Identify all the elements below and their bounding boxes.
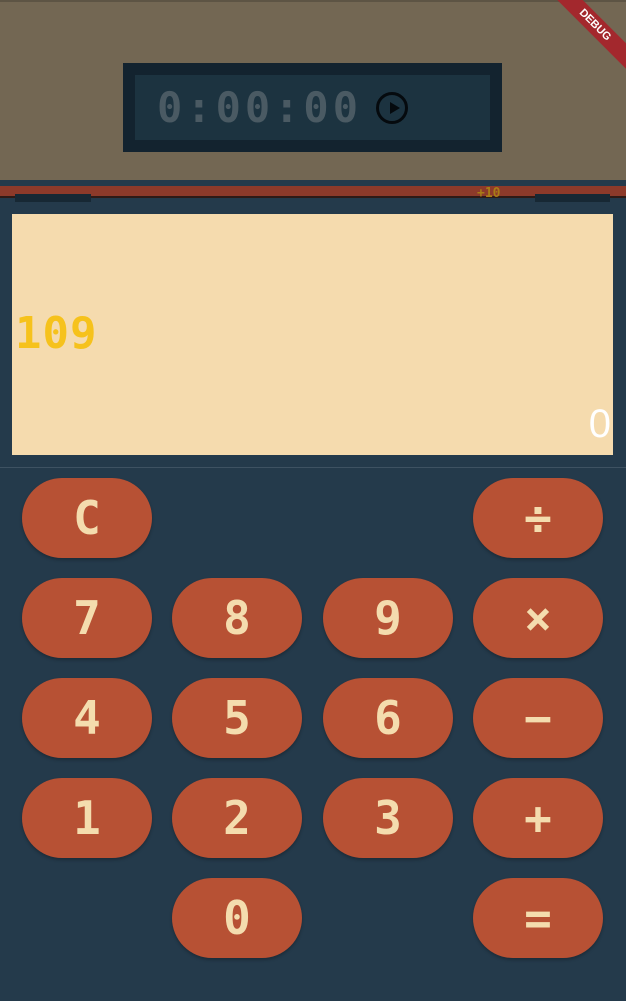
minus-label: − <box>524 691 552 745</box>
key-3-label: 3 <box>374 791 402 845</box>
clear-button[interactable]: C <box>22 478 152 558</box>
divide-button[interactable]: ÷ <box>473 478 603 558</box>
key-0-label: 0 <box>223 891 251 945</box>
status-strip: +10 <box>0 180 626 214</box>
equals-label: = <box>524 891 552 945</box>
key-0-button[interactable]: 0 <box>172 878 302 958</box>
strip-segment-left <box>15 194 91 202</box>
multiply-button[interactable]: × <box>473 578 603 658</box>
timer-panel: 0:00:00 <box>123 63 502 152</box>
display-result: 0 <box>588 402 611 446</box>
progress-strip <box>0 186 626 198</box>
equals-button[interactable]: = <box>473 878 603 958</box>
display-value: 109 <box>15 308 98 359</box>
debug-banner: DEBUG <box>542 0 626 78</box>
key-8-label: 8 <box>223 591 251 645</box>
key-5-label: 5 <box>223 691 251 745</box>
top-bar: 0:00:00 DEBUG <box>0 0 626 180</box>
key-3-button[interactable]: 3 <box>323 778 453 858</box>
key-1-label: 1 <box>73 791 101 845</box>
key-8-button[interactable]: 8 <box>172 578 302 658</box>
key-1-button[interactable]: 1 <box>22 778 152 858</box>
strip-segment-right <box>535 194 610 202</box>
key-7-label: 7 <box>73 591 101 645</box>
plus-label: + <box>524 791 552 845</box>
key-4-label: 4 <box>73 691 101 745</box>
divider <box>0 467 626 468</box>
key-2-label: 2 <box>223 791 251 845</box>
bonus-label: +10 <box>477 186 501 201</box>
divide-label: ÷ <box>524 491 552 545</box>
multiply-label: × <box>524 591 552 645</box>
clear-label: C <box>73 491 101 545</box>
key-7-button[interactable]: 7 <box>22 578 152 658</box>
timer-text: 0:00:00 <box>157 83 363 132</box>
timer-inner: 0:00:00 <box>135 75 490 140</box>
key-4-button[interactable]: 4 <box>22 678 152 758</box>
key-5-button[interactable]: 5 <box>172 678 302 758</box>
key-9-button[interactable]: 9 <box>323 578 453 658</box>
key-6-label: 6 <box>374 691 402 745</box>
minus-button[interactable]: − <box>473 678 603 758</box>
key-2-button[interactable]: 2 <box>172 778 302 858</box>
key-6-button[interactable]: 6 <box>323 678 453 758</box>
plus-button[interactable]: + <box>473 778 603 858</box>
play-circle-icon[interactable] <box>376 91 409 124</box>
calculator-display: 109 0 <box>12 214 613 455</box>
key-9-label: 9 <box>374 591 402 645</box>
